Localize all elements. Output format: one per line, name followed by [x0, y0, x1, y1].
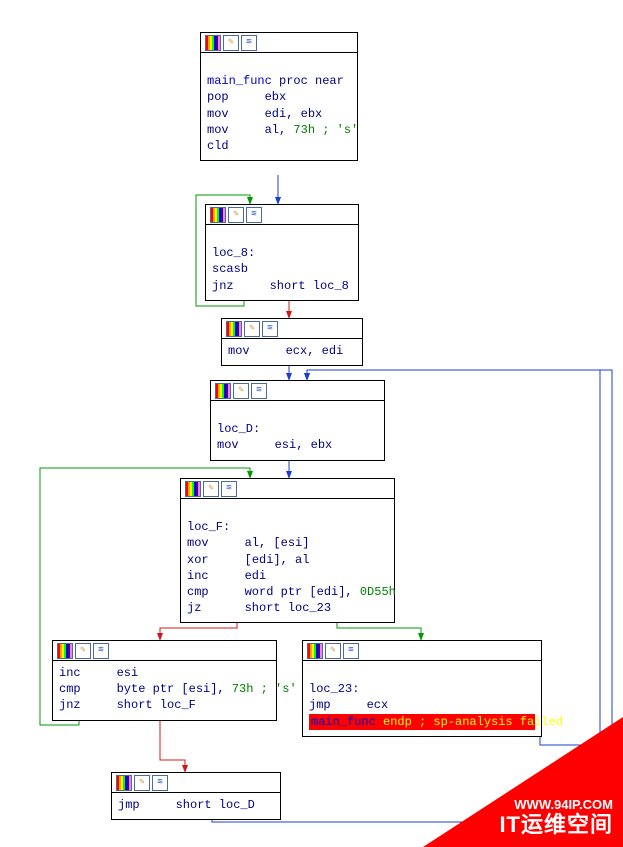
code-line: [217, 405, 378, 421]
node-inc-esi[interactable]: ✎ ≋ inc esicmp byte ptr [esi], 73h ; 's'…: [52, 640, 277, 721]
node-header: ✎ ≋: [303, 641, 541, 661]
node-header: ✎ ≋: [201, 33, 357, 53]
code-line: cmp word ptr [edi], 0D55h: [187, 584, 388, 600]
node-body: loc_F:mov al, [esi]xor [edi], alinc edic…: [181, 499, 394, 622]
edit-icon[interactable]: ✎: [75, 643, 91, 659]
code-line: mov ecx, edi: [228, 343, 356, 359]
code-line: mov al, 73h ; 's': [207, 122, 351, 138]
graph-icon[interactable]: ≋: [221, 481, 237, 497]
node-header: ✎ ≋: [112, 773, 280, 793]
code-line: inc esi: [59, 665, 270, 681]
code-line: mov al, [esi]: [187, 535, 388, 551]
edit-icon[interactable]: ✎: [134, 775, 150, 791]
color-mode-icon[interactable]: [226, 321, 242, 337]
code-line: mov edi, ebx: [207, 106, 351, 122]
node-body: loc_8:scasbjnz short loc_8: [206, 225, 358, 300]
color-mode-icon[interactable]: [57, 643, 73, 659]
graph-canvas[interactable]: ✎ ≋ main_func proc nearpop ebxmov edi, e…: [0, 0, 623, 847]
code-line: xor [edi], al: [187, 552, 388, 568]
node-header: ✎ ≋: [181, 479, 394, 499]
node-main-func[interactable]: ✎ ≋ main_func proc nearpop ebxmov edi, e…: [200, 32, 358, 161]
node-body: mov ecx, edi: [222, 339, 362, 365]
edit-icon[interactable]: ✎: [233, 383, 249, 399]
node-jmp-loc-d[interactable]: ✎ ≋ jmp short loc_D: [111, 772, 281, 820]
code-line: [187, 503, 388, 519]
code-line: main_func proc near: [207, 73, 351, 89]
graph-icon[interactable]: ≋: [246, 207, 262, 223]
code-line: loc_23:: [309, 681, 535, 697]
code-line: cmp byte ptr [esi], 73h ; 's': [59, 681, 270, 697]
watermark-brand: IT运维空间: [499, 807, 613, 839]
code-line: jmp short loc_D: [118, 797, 274, 813]
code-line: [212, 229, 352, 245]
color-mode-icon[interactable]: [210, 207, 226, 223]
graph-icon[interactable]: ≋: [152, 775, 168, 791]
node-mov-ecx[interactable]: ✎ ≋ mov ecx, edi: [221, 318, 363, 366]
color-mode-icon[interactable]: [215, 383, 231, 399]
node-body: loc_D:mov esi, ebx: [211, 401, 384, 460]
graph-icon[interactable]: ≋: [251, 383, 267, 399]
edit-icon[interactable]: ✎: [228, 207, 244, 223]
graph-icon[interactable]: ≋: [262, 321, 278, 337]
code-line: [309, 665, 535, 681]
node-header: ✎ ≋: [222, 319, 362, 339]
edit-icon[interactable]: ✎: [244, 321, 260, 337]
code-line: loc_D:: [217, 421, 378, 437]
code-line: jmp ecx: [309, 697, 535, 713]
graph-icon[interactable]: ≋: [93, 643, 109, 659]
node-body: main_func proc nearpop ebxmov edi, ebxmo…: [201, 53, 357, 160]
edit-icon[interactable]: ✎: [203, 481, 219, 497]
color-mode-icon[interactable]: [205, 35, 221, 51]
code-line: jnz short loc_8: [212, 278, 352, 294]
code-line: jz short loc_23: [187, 600, 388, 616]
color-mode-icon[interactable]: [116, 775, 132, 791]
code-line: jnz short loc_F: [59, 697, 270, 713]
color-mode-icon[interactable]: [307, 643, 323, 659]
node-header: ✎ ≋: [206, 205, 358, 225]
edit-icon[interactable]: ✎: [325, 643, 341, 659]
graph-icon[interactable]: ≋: [343, 643, 359, 659]
node-loc-f[interactable]: ✎ ≋ loc_F:mov al, [esi]xor [edi], alinc …: [180, 478, 395, 623]
color-mode-icon[interactable]: [185, 481, 201, 497]
code-line: mov esi, ebx: [217, 437, 378, 453]
code-line: scasb: [212, 261, 352, 277]
node-body: inc esicmp byte ptr [esi], 73h ; 's'jnz …: [53, 661, 276, 720]
node-header: ✎ ≋: [53, 641, 276, 661]
graph-icon[interactable]: ≋: [241, 35, 257, 51]
code-line: loc_F:: [187, 519, 388, 535]
edit-icon[interactable]: ✎: [223, 35, 239, 51]
code-line: inc edi: [187, 568, 388, 584]
code-line: cld: [207, 138, 351, 154]
node-loc-d[interactable]: ✎ ≋ loc_D:mov esi, ebx: [210, 380, 385, 461]
code-line: [207, 57, 351, 73]
node-loc-8[interactable]: ✎ ≋ loc_8:scasbjnz short loc_8: [205, 204, 359, 301]
node-body: jmp short loc_D: [112, 793, 280, 819]
node-header: ✎ ≋: [211, 381, 384, 401]
code-line: pop ebx: [207, 89, 351, 105]
code-line: loc_8:: [212, 245, 352, 261]
